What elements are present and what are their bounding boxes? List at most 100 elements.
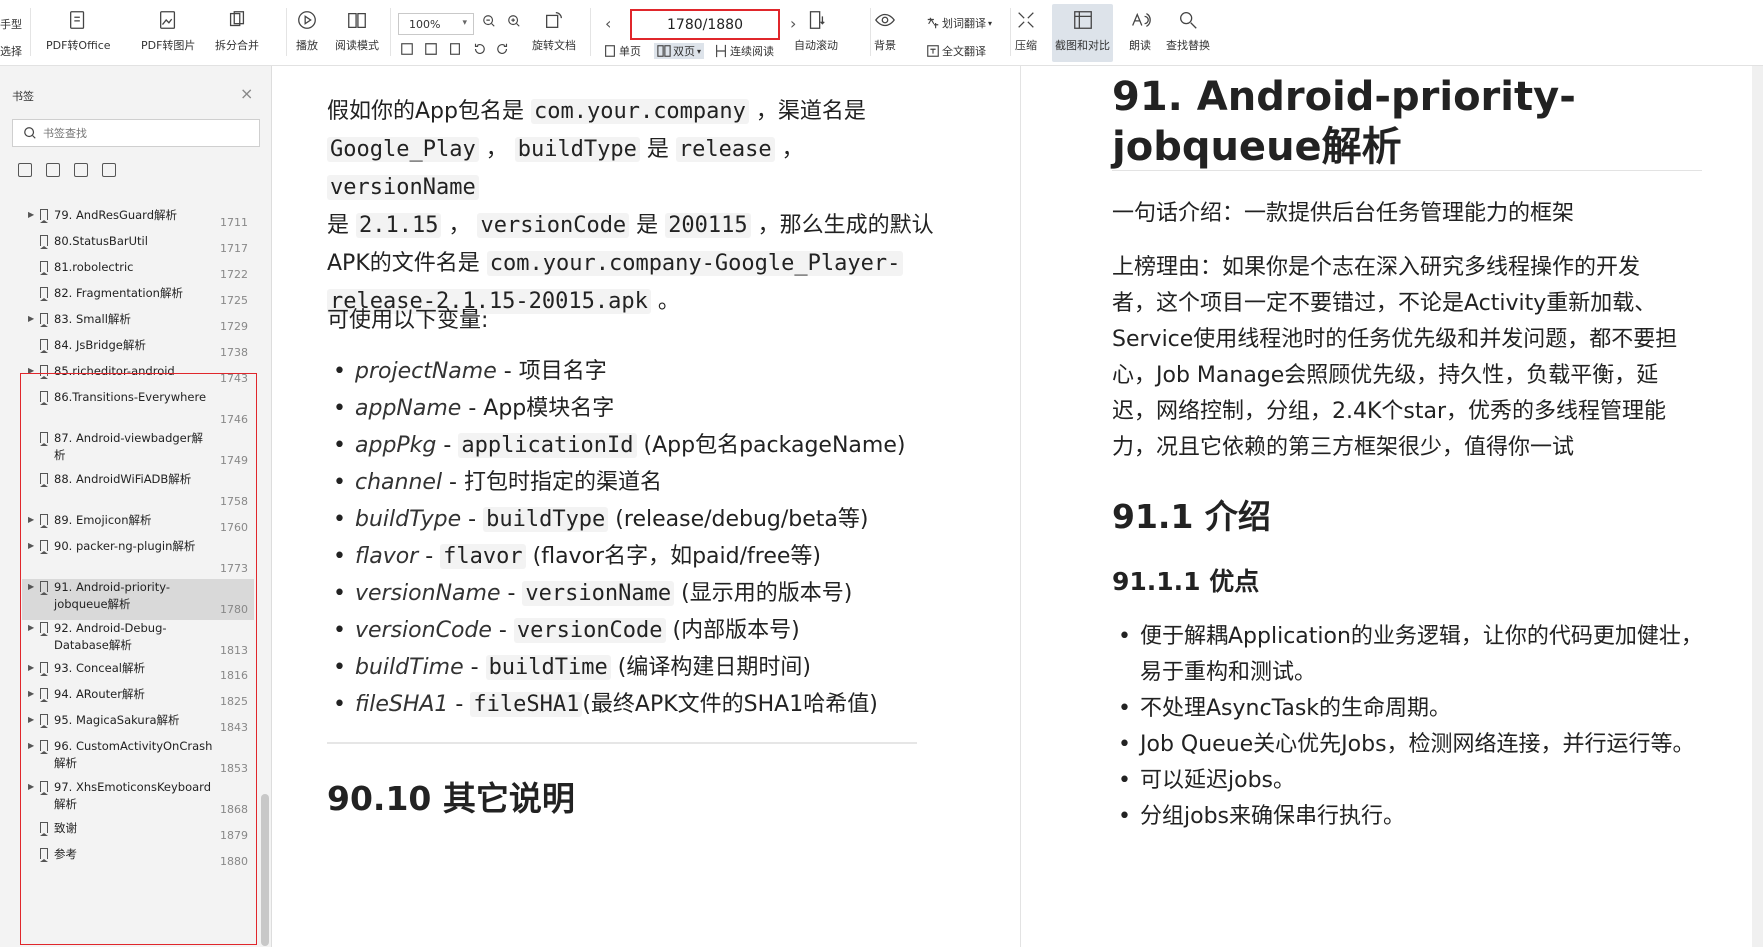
bookmark-item[interactable]: ▶ 96. CustomActivityOnCrash解析 1853 <box>22 738 254 779</box>
variable-item: projectName - 项目名字 <box>327 353 905 390</box>
expand-arrow-icon[interactable]: ▶ <box>28 366 34 375</box>
page-number-input[interactable] <box>630 9 780 40</box>
continuous-read-button[interactable]: 连续阅读 <box>714 43 774 59</box>
bookmark-search-input[interactable] <box>43 126 243 140</box>
bookmark-label: 94. ARouter解析 <box>54 687 145 701</box>
bookmark-item[interactable]: 88. AndroidWiFiADB解析 1758 <box>22 471 254 512</box>
bookmark-item[interactable]: 致谢 1879 <box>22 820 254 846</box>
bookmark-item[interactable]: ▶ 91. Android-priority-jobqueue解析 1780 <box>22 579 254 620</box>
variable-name: buildType <box>355 507 462 532</box>
bookmark-item[interactable]: 87. Android-viewbadger解析 1749 <box>22 430 254 471</box>
variable-item: versionName - versionName (显示用的版本号) <box>327 575 905 612</box>
variable-name: versionName <box>355 581 501 606</box>
variable-name: flavor <box>355 544 419 569</box>
variables-list: projectName - 项目名字appName - App模块名字appPk… <box>327 353 905 723</box>
bookmark-item[interactable]: ▶ 97. XhsEmoticonsKeyboard解析 1868 <box>22 779 254 820</box>
fit-width-icon[interactable] <box>424 42 438 56</box>
bookmark-item[interactable]: 81.robolectric 1722 <box>22 259 254 285</box>
bookmark-label: 79. AndResGuard解析 <box>54 208 178 222</box>
eye-icon <box>873 8 897 32</box>
bookmark-item[interactable]: ▶ 83. Small解析 1729 <box>22 311 254 337</box>
variable-desc: (release/debug/beta等) <box>608 507 869 532</box>
word-translate-button[interactable]: 划词翻译 ▾ <box>926 15 992 31</box>
expand-arrow-icon[interactable]: ▶ <box>28 515 34 524</box>
variable-separator: - <box>461 396 484 421</box>
close-icon[interactable]: × <box>240 84 253 103</box>
bookmark-icon <box>40 688 48 702</box>
split-merge-button[interactable]: 拆分合并 <box>215 8 259 53</box>
page-number-field[interactable] <box>645 16 765 33</box>
rotate-doc-button[interactable]: 旋转文档 <box>532 8 576 53</box>
bookmark-item[interactable]: 82. Fragmentation解析 1725 <box>22 285 254 311</box>
bookmark-item[interactable]: 80.StatusBarUtil 1717 <box>22 233 254 259</box>
bookmark-item[interactable]: 参考 1880 <box>22 846 254 872</box>
expand-arrow-icon[interactable]: ▶ <box>28 582 34 591</box>
bookmark-label: 92. Android-Debug-Database解析 <box>54 621 167 652</box>
expand-arrow-icon[interactable]: ▶ <box>28 715 34 724</box>
rotate-right-icon[interactable] <box>496 42 510 56</box>
read-mode-button[interactable]: 阅读模式 <box>335 8 379 53</box>
compress-icon <box>1014 8 1038 32</box>
bookmark-icon <box>40 209 48 223</box>
delete-bookmark-icon[interactable] <box>102 163 116 177</box>
zoom-out-icon[interactable] <box>482 14 496 28</box>
variable-name: versionCode <box>355 618 492 643</box>
reason-line: Service使用线程池时的任务优先级和并发问题，都不要担 <box>1112 327 1678 352</box>
bookmark-item[interactable]: ▶ 79. AndResGuard解析 1711 <box>22 207 254 233</box>
select-tool-label[interactable]: 选择 <box>0 43 22 59</box>
page-divider <box>1020 66 1021 947</box>
expand-arrow-icon[interactable]: ▶ <box>28 663 34 672</box>
auto-scroll-button[interactable]: 自动滚动 <box>794 8 838 53</box>
bookmark-item[interactable]: ▶ 85.richeditor-android 1743 <box>22 363 254 389</box>
bookmark-item[interactable]: 84. JsBridge解析 1738 <box>22 337 254 363</box>
bookmark-page-number: 1853 <box>220 762 248 775</box>
expand-arrow-icon[interactable]: ▶ <box>28 741 34 750</box>
double-page-button[interactable]: 双页 ▾ <box>654 43 705 59</box>
reason-line: 心，Job Manage会照顾优先级，持久性，负载平衡，延 <box>1112 363 1659 388</box>
bookmark-item[interactable]: ▶ 94. ARouter解析 1825 <box>22 686 254 712</box>
sidebar-scrollbar[interactable] <box>261 794 269 946</box>
bookmark-item[interactable]: ▶ 95. MagicaSakura解析 1843 <box>22 712 254 738</box>
expand-arrow-icon[interactable]: ▶ <box>28 210 34 219</box>
bookmark-item[interactable]: ▶ 93. Conceal解析 1816 <box>22 660 254 686</box>
single-page-button[interactable]: 单页 <box>603 43 641 59</box>
bookmark-page-number: 1868 <box>220 803 248 816</box>
advantages-list: 便于解耦Application的业务逻辑，让你的代码更加健壮，易于重构和测试。不… <box>1112 619 1712 835</box>
bookmark-icon <box>40 473 48 487</box>
screenshot-compare-button[interactable]: 截图和对比 <box>1052 4 1113 62</box>
actual-size-icon[interactable] <box>448 42 462 56</box>
document-scrollbar[interactable] <box>1752 66 1763 947</box>
expand-arrow-icon[interactable]: ▶ <box>28 314 34 323</box>
rotate-left-icon[interactable] <box>472 42 486 56</box>
fit-page-icon[interactable] <box>400 42 414 56</box>
expand-arrow-icon[interactable]: ▶ <box>28 623 34 632</box>
bookmark-search[interactable] <box>12 119 260 147</box>
background-button[interactable]: 背景 <box>873 8 897 53</box>
prev-page-icon[interactable]: ‹ <box>605 14 611 33</box>
expand-arrow-icon[interactable]: ▶ <box>28 782 34 791</box>
pdf-to-office-icon <box>66 8 90 32</box>
full-translate-button[interactable]: 全文翻译 <box>926 43 986 59</box>
bookmark-icon <box>40 662 48 676</box>
hand-tool-label[interactable]: 手型 <box>0 16 22 32</box>
bookmark-item[interactable]: ▶ 92. Android-Debug-Database解析 1813 <box>22 620 254 661</box>
chapter-title-line-1: 91. Android-priority- <box>1112 74 1576 120</box>
bookmark-item[interactable]: ▶ 89. Emojicon解析 1760 <box>22 512 254 538</box>
zoom-select[interactable]: 100% ▾ <box>398 13 474 35</box>
bookmark-sidebar: 书签 × ▶ 79. AndResGuard解析 1711 80.StatusBarU… <box>0 66 272 947</box>
read-aloud-button[interactable]: 朗读 <box>1128 8 1152 53</box>
expand-arrow-icon[interactable]: ▶ <box>28 689 34 698</box>
bookmark-item[interactable]: 86.Transitions-Everywhere 1746 <box>22 389 254 430</box>
bookmark-item[interactable]: ▶ 90. packer-ng-plugin解析 1773 <box>22 538 254 579</box>
compress-button[interactable]: 压缩 <box>1014 8 1038 53</box>
expand-arrow-icon[interactable]: ▶ <box>28 541 34 550</box>
collapse-all-icon[interactable] <box>46 163 60 177</box>
add-bookmark-icon[interactable] <box>74 163 88 177</box>
find-replace-button[interactable]: 查找替换 <box>1166 8 1210 53</box>
play-button[interactable]: 播放 <box>295 8 319 53</box>
pdf-to-office-button[interactable]: PDF转Office <box>46 8 111 53</box>
expand-all-icon[interactable] <box>18 163 32 177</box>
zoom-in-icon[interactable] <box>507 14 521 28</box>
vars-intro: 可使用以下变量: <box>327 308 489 333</box>
pdf-to-image-button[interactable]: PDF转图片 <box>141 8 195 53</box>
